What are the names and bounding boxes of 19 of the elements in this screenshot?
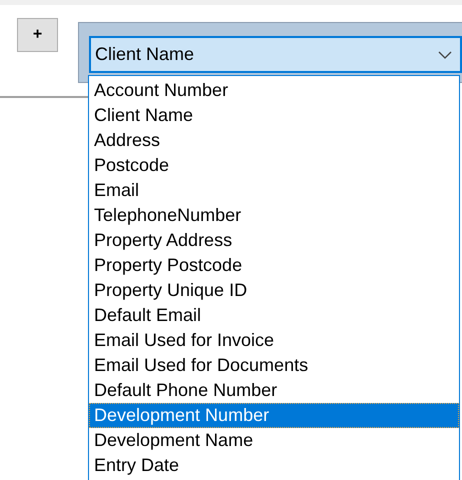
dropdown-option[interactable]: Development Name	[89, 428, 459, 453]
dropdown-option[interactable]: Property Address	[89, 228, 459, 253]
dropdown-option[interactable]: Property Unique ID	[89, 278, 459, 303]
dropdown-option[interactable]: Entry Date	[89, 453, 459, 478]
dropdown-option[interactable]: Property Postcode	[89, 253, 459, 278]
dropdown-option[interactable]: Default Phone Number	[89, 378, 459, 403]
dropdown-option[interactable]: Address	[89, 128, 459, 153]
dropdown-option[interactable]: Email	[89, 178, 459, 203]
dropdown-option[interactable]: Account Number	[89, 78, 459, 103]
dropdown-option[interactable]: Development Number	[89, 403, 459, 428]
column-dropdown[interactable]: Client Name	[89, 36, 462, 73]
dropdown-option[interactable]: Client Name	[89, 103, 459, 128]
dropdown-option[interactable]: Email Used for Invoice	[89, 328, 459, 353]
dropdown-option[interactable]: Email Used for Documents	[89, 353, 459, 378]
add-button[interactable]: +	[17, 18, 58, 52]
dropdown-option[interactable]: TelephoneNumber	[89, 203, 459, 228]
dropdown-option[interactable]: Default Email	[89, 303, 459, 328]
chevron-down-icon	[438, 50, 452, 58]
dropdown-option[interactable]: Postcode	[89, 153, 459, 178]
